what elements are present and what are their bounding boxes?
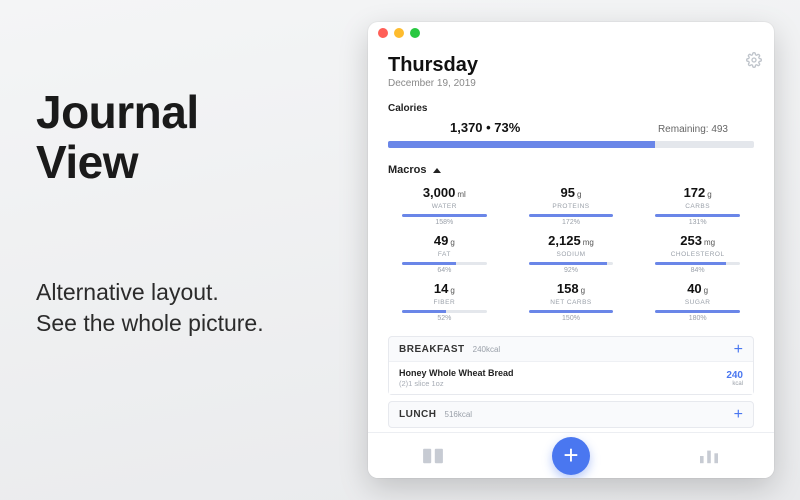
macro-name: WATER [388,203,501,210]
food-name: Honey Whole Wheat Bread [399,368,514,378]
calories-label: Calories [388,103,754,114]
food-portion: (2)1 slice 1oz [399,379,514,388]
macro-fiber: 14gFIBER52% [388,280,501,322]
macro-bar [402,310,487,313]
macro-bar [655,310,740,313]
macros-toggle[interactable]: Macros [388,164,754,176]
macro-value: 253 [680,233,702,248]
bar-chart-icon [698,447,720,465]
macro-value: 172 [684,185,706,200]
calories-progress-fill [388,141,655,148]
journal-icon [422,447,444,465]
page-subtitle: December 19, 2019 [388,78,754,89]
page-title: Thursday [388,54,754,77]
macro-pct: 172% [515,219,628,226]
macro-value: 3,000 [423,185,456,200]
food-kcal: 240 [726,370,743,381]
window-titlebar [368,22,774,44]
calories-progress [388,141,754,148]
meal-kcal: 240kcal [473,345,501,354]
meal-name: BREAKFAST [399,344,465,355]
food-row[interactable]: Honey Whole Wheat Bread (2)1 slice 1oz 2… [389,361,753,394]
window-close-button[interactable] [378,28,388,38]
macro-pct: 84% [641,267,754,274]
macro-pct: 158% [388,219,501,226]
marketing-copy: Journal View Alternative layout. See the… [36,88,336,339]
macro-pct: 180% [641,315,754,322]
macro-bar [402,214,487,217]
macro-name: FAT [388,251,501,258]
journal-tab[interactable] [422,447,444,465]
macro-name: CHOLESTEROL [641,251,754,258]
meal-kcal: 516kcal [445,410,473,419]
macro-fat: 49gFAT64% [388,232,501,274]
macro-pct: 131% [641,219,754,226]
macro-bar [529,214,614,217]
macro-value: 158 [557,281,579,296]
macros-grid: 3,000mlWATER158%95gPROTEINS172%172gCARBS… [388,184,754,322]
plus-icon: + [563,440,578,471]
macro-name: CARBS [641,203,754,210]
meal-name: LUNCH [399,409,437,420]
stats-tab[interactable] [698,447,720,465]
caret-up-icon [433,168,441,173]
macro-name: FIBER [388,299,501,306]
calories-value: 1,370 • 73% [450,120,520,135]
macro-pct: 64% [388,267,501,274]
macro-pct: 150% [515,315,628,322]
macro-name: SUGAR [641,299,754,306]
macro-bar [402,262,487,265]
bottom-toolbar: + [368,432,774,478]
macro-proteins: 95gPROTEINS172% [515,184,628,226]
macro-name: SODIUM [515,251,628,258]
macro-value: 14 [434,281,448,296]
macro-cholesterol: 253mgCHOLESTEROL84% [641,232,754,274]
add-lunch-button[interactable]: + [734,410,743,420]
macro-name: NET CARBS [515,299,628,306]
macro-sodium: 2,125mgSODIUM92% [515,232,628,274]
macro-name: PROTEINS [515,203,628,210]
macro-value: 2,125 [548,233,581,248]
add-fab[interactable]: + [552,437,590,475]
macro-bar [655,214,740,217]
marketing-tagline: Alternative layout. See the whole pictur… [36,277,336,339]
macro-carbs: 172gCARBS131% [641,184,754,226]
macro-bar [529,262,614,265]
calories-remaining: Remaining: 493 [658,124,728,135]
macro-bar [529,310,614,313]
macro-net-carbs: 158gNET CARBS150% [515,280,628,322]
macro-sugar: 40gSUGAR180% [641,280,754,322]
meal-breakfast: BREAKFAST 240kcal + Honey Whole Wheat Br… [388,336,754,395]
main-content: Thursday December 19, 2019 Calories 1,37… [368,44,774,432]
marketing-headline: Journal View [36,88,336,187]
macro-value: 49 [434,233,448,248]
macro-pct: 92% [515,267,628,274]
macro-bar [655,262,740,265]
macro-value: 40 [687,281,701,296]
add-breakfast-button[interactable]: + [734,345,743,355]
macro-value: 95 [561,185,575,200]
window-zoom-button[interactable] [410,28,420,38]
macro-pct: 52% [388,315,501,322]
meal-lunch: LUNCH 516kcal + [388,401,754,428]
macro-water: 3,000mlWATER158% [388,184,501,226]
app-window: Thursday December 19, 2019 Calories 1,37… [368,22,774,478]
window-minimize-button[interactable] [394,28,404,38]
